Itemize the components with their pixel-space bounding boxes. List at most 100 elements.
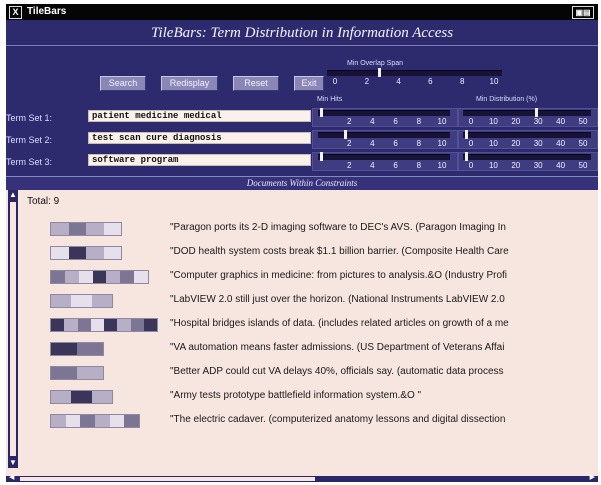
document-title[interactable]: "Army tests prototype battlefield inform… [170, 390, 421, 401]
tick-label: 0 [332, 77, 338, 86]
tick-label: 20 [511, 117, 521, 126]
tick-label: 4 [396, 77, 401, 86]
tick-label: 10 [488, 161, 498, 170]
document-title[interactable]: "Better ADP could cut VA delays 40%, off… [170, 366, 504, 377]
tilebar-segment [109, 415, 125, 427]
document-title[interactable]: "The electric cadaver. (computerized ana… [170, 414, 505, 425]
slider-thumb[interactable] [465, 130, 468, 139]
term-set-3-input[interactable] [88, 154, 311, 166]
tilebar-segment [64, 271, 79, 283]
tick-label: 10 [489, 77, 499, 86]
reset-button[interactable]: Reset [233, 76, 279, 91]
slider-thumb[interactable] [465, 152, 468, 161]
slider-thumb[interactable] [344, 130, 347, 139]
tick-label: 40 [556, 117, 566, 126]
slider-ticks: 2 4 6 8 10 [318, 139, 450, 149]
slider-track [463, 110, 591, 116]
tilebar-segment [120, 271, 135, 283]
tick-label: 50 [578, 117, 588, 126]
tick-label: 20 [511, 161, 521, 170]
scroll-down-icon[interactable]: ▼ [8, 458, 18, 468]
tilebar-segment [77, 319, 91, 331]
document-title[interactable]: "VA automation means faster admissions. … [170, 342, 504, 353]
tilebar-segment [71, 295, 92, 307]
tilebar-segment [91, 391, 112, 403]
term-set-1-input[interactable] [88, 110, 311, 122]
scroll-left-icon[interactable]: ◀ [9, 473, 14, 481]
slider-ticks: 0 10 20 30 40 50 [463, 117, 591, 127]
document-title[interactable]: "LabVIEW 2.0 still just over the horizon… [170, 294, 505, 305]
document-title[interactable]: "Computer graphics in medicine: from pic… [170, 270, 507, 281]
slider-thumb[interactable] [320, 108, 323, 117]
term-set-label: Term Set 2: [6, 135, 53, 145]
document-row[interactable]: "Army tests prototype battlefield inform… [6, 386, 598, 408]
tilebar-segment [51, 271, 65, 283]
scroll-right-icon[interactable]: ▶ [590, 473, 595, 481]
scroll-up-icon[interactable]: ▲ [8, 190, 18, 200]
document-row[interactable]: "Better ADP could cut VA delays 40%, off… [6, 362, 598, 384]
tilebar-segment [68, 247, 86, 259]
tilebar-segment [51, 415, 66, 427]
document-row[interactable]: "DOD health system costs break $1.1 bill… [6, 242, 598, 264]
scrollbar-thumb[interactable] [20, 477, 315, 481]
window-controls-icon[interactable]: ▣▤ [572, 6, 594, 19]
tilebar-segment [71, 391, 92, 403]
tick-label: 6 [393, 117, 398, 126]
tilebar[interactable] [50, 366, 104, 380]
document-title[interactable]: "Paragon ports its 2-D imaging software … [170, 222, 506, 233]
tilebar[interactable] [50, 294, 113, 308]
slider-thumb[interactable] [320, 152, 323, 161]
document-row[interactable]: "Computer graphics in medicine: from pic… [6, 266, 598, 288]
tick-label: 30 [533, 117, 543, 126]
horizontal-scrollbar[interactable]: ◀ ▶ [6, 473, 598, 482]
x-window-icon[interactable]: X [9, 6, 22, 19]
tick-label: 8 [416, 161, 422, 170]
tilebar-segment [68, 223, 86, 235]
tilebar[interactable] [50, 390, 113, 404]
min-overlap-label: Min Overlap Span [347, 60, 404, 67]
tilebar-segment [51, 391, 72, 403]
tilebar-segment [51, 319, 65, 331]
tilebar[interactable] [50, 246, 122, 260]
tilebar[interactable] [50, 270, 149, 284]
exit-button[interactable]: Exit [294, 76, 324, 91]
tick-label: 4 [370, 117, 375, 126]
document-row[interactable]: "VA automation means faster admissions. … [6, 338, 598, 360]
tick-label: 10 [437, 161, 447, 170]
tilebar-segment [77, 343, 103, 355]
tick-label: 10 [437, 117, 447, 126]
document-title[interactable]: "DOD health system costs break $1.1 bill… [170, 246, 509, 257]
slider-track [327, 70, 502, 76]
term-set-2-input[interactable] [88, 132, 311, 144]
redisplay-button[interactable]: Redisplay [161, 76, 218, 91]
tilebars-window: X TileBars ▣▤ TileBars: Term Distributio… [6, 4, 598, 482]
document-row[interactable]: "LabVIEW 2.0 still just over the horizon… [6, 290, 598, 312]
tilebar[interactable] [50, 342, 104, 356]
min-hits-label: Min Hits [317, 96, 343, 103]
tilebar[interactable] [50, 414, 140, 428]
search-button[interactable]: Search [100, 76, 146, 91]
tilebar-segment [51, 223, 69, 235]
tilebar[interactable] [50, 318, 158, 332]
tick-label: 0 [468, 161, 474, 170]
document-title[interactable]: "Hospital bridges islands of data. (incl… [170, 318, 509, 329]
title-bar: X TileBars ▣▤ [6, 4, 598, 20]
slider-track [463, 154, 591, 160]
document-row[interactable]: "Hospital bridges islands of data. (incl… [6, 314, 598, 336]
tick-label: 6 [428, 77, 433, 86]
tilebar-segment [86, 247, 104, 259]
slider-thumb[interactable] [534, 108, 538, 117]
tilebar[interactable] [50, 222, 122, 236]
tick-label: 20 [511, 139, 521, 148]
document-row[interactable]: "Paragon ports its 2-D imaging software … [6, 218, 598, 240]
tick-label: 8 [416, 139, 422, 148]
document-row[interactable]: "The electric cadaver. (computerized ana… [6, 410, 598, 432]
tick-label: 50 [578, 139, 588, 148]
tick-label: 2 [346, 117, 352, 126]
tick-label: 40 [556, 161, 566, 170]
tilebar-segment [117, 319, 131, 331]
slider-thumb[interactable] [377, 68, 381, 77]
tick-label: 8 [416, 117, 422, 126]
window-title: TileBars [27, 6, 67, 17]
tick-label: 0 [468, 139, 474, 148]
